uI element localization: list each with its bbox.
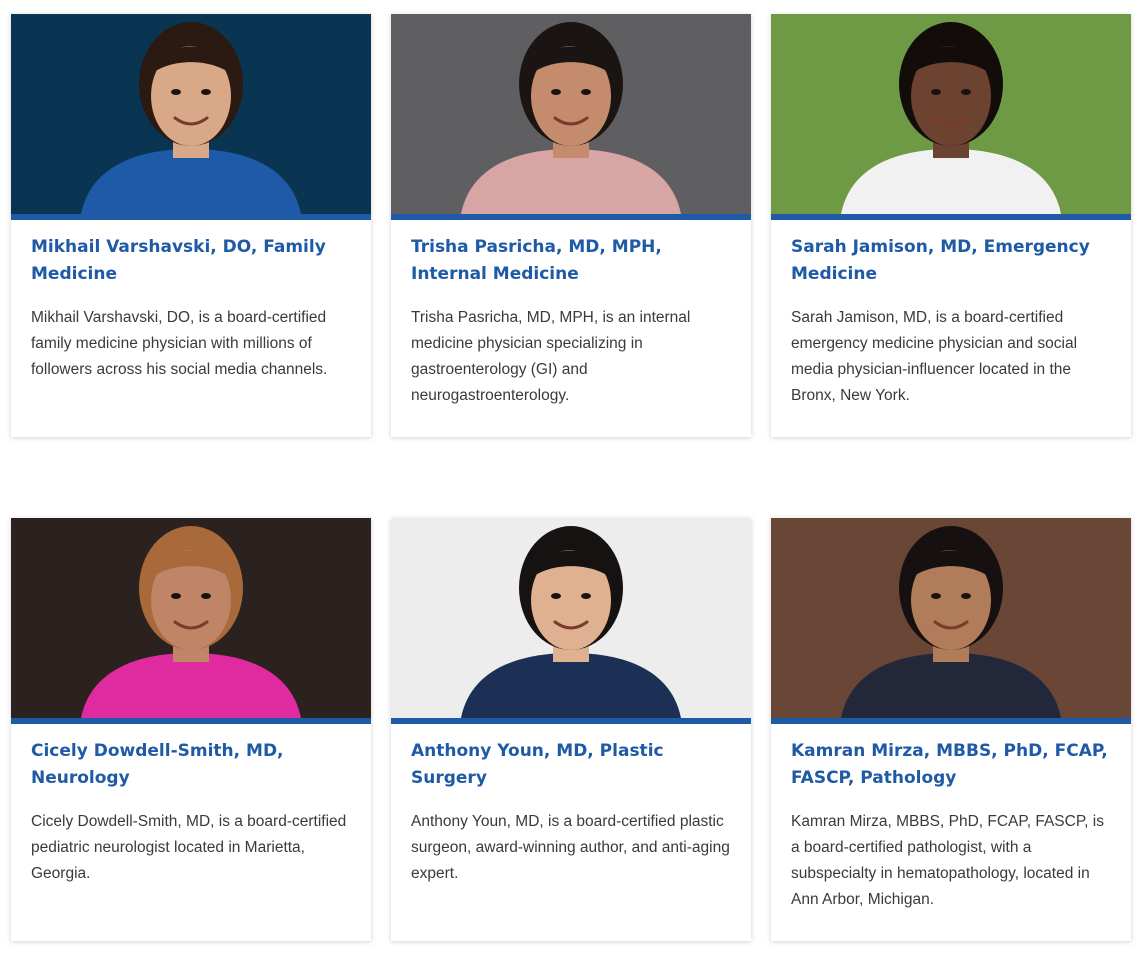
doctor-name-link[interactable]: Cicely Dowdell-Smith, MD, Neurology bbox=[31, 738, 351, 792]
doctor-description: Kamran Mirza, MBBS, PhD, FCAP, FASCP, is… bbox=[791, 813, 1104, 908]
doctor-description: Anthony Youn, MD, is a board-certified p… bbox=[411, 813, 730, 882]
doctor-name-link[interactable]: Trisha Pasricha, MD, MPH, Internal Medic… bbox=[411, 234, 731, 288]
doctor-name-link[interactable]: Mikhail Varshavski, DO, Family Medicine bbox=[31, 234, 351, 288]
doctor-description: Sarah Jamison, MD, is a board-certified … bbox=[791, 309, 1078, 404]
doctor-photo[interactable] bbox=[771, 518, 1131, 718]
doctor-card[interactable]: Cicely Dowdell-Smith, MD, Neurology Cice… bbox=[11, 518, 371, 941]
doctor-card[interactable]: Kamran Mirza, MBBS, PhD, FCAP, FASCP, Pa… bbox=[771, 518, 1131, 941]
doctor-photo[interactable] bbox=[391, 518, 751, 718]
doctor-name-link[interactable]: Anthony Youn, MD, Plastic Surgery bbox=[411, 738, 731, 792]
doctor-card[interactable]: Sarah Jamison, MD, Emergency Medicine Sa… bbox=[771, 14, 1131, 437]
doctor-card[interactable]: Trisha Pasricha, MD, MPH, Internal Medic… bbox=[391, 14, 751, 437]
doctor-description: Mikhail Varshavski, DO, is a board-certi… bbox=[31, 309, 328, 378]
doctor-description: Cicely Dowdell-Smith, MD, is a board-cer… bbox=[31, 813, 347, 882]
doctor-photo[interactable] bbox=[771, 14, 1131, 214]
doctor-card[interactable]: Mikhail Varshavski, DO, Family Medicine … bbox=[11, 14, 371, 437]
doctor-description: Trisha Pasricha, MD, MPH, is an internal… bbox=[411, 309, 691, 404]
doctor-photo[interactable] bbox=[391, 14, 751, 214]
doctor-name-link[interactable]: Kamran Mirza, MBBS, PhD, FCAP, FASCP, Pa… bbox=[791, 738, 1111, 792]
doctor-photo[interactable] bbox=[11, 14, 371, 214]
doctor-photo[interactable] bbox=[11, 518, 371, 718]
doctor-card-grid: Mikhail Varshavski, DO, Family Medicine … bbox=[0, 0, 1147, 955]
doctor-name-link[interactable]: Sarah Jamison, MD, Emergency Medicine bbox=[791, 234, 1111, 288]
doctor-card[interactable]: Anthony Youn, MD, Plastic Surgery Anthon… bbox=[391, 518, 751, 941]
